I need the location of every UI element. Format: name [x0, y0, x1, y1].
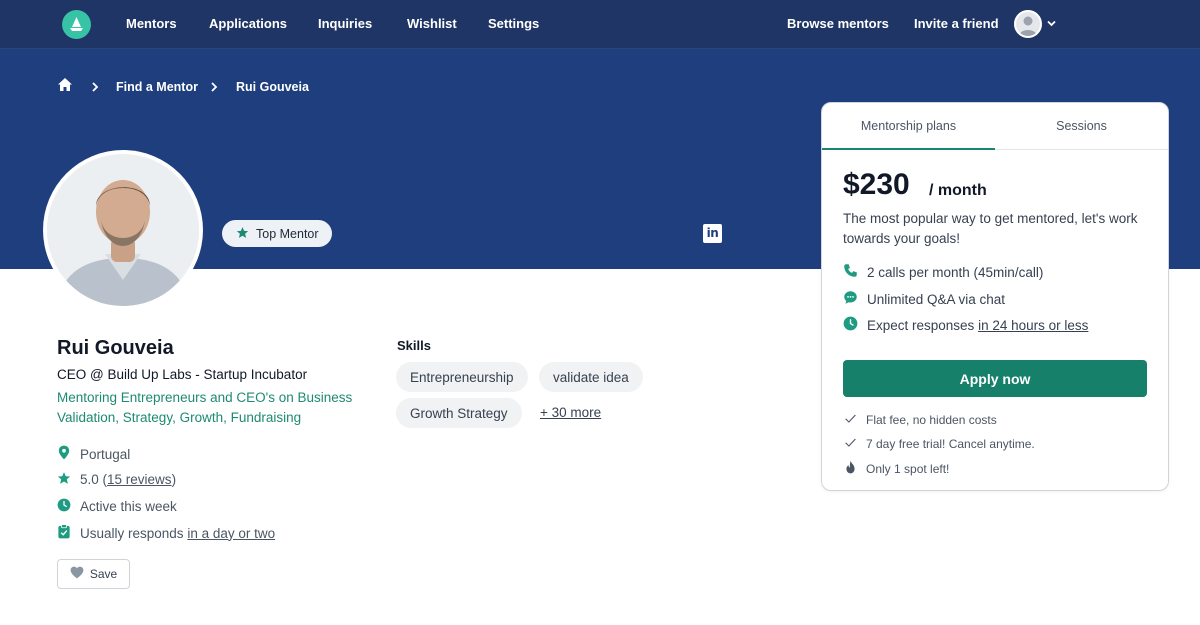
mentor-photo — [43, 150, 203, 310]
plan-description: The most popular way to get mentored, le… — [843, 211, 1138, 246]
skill-chip[interactable]: Growth Strategy — [396, 398, 522, 428]
nav-browse-mentors[interactable]: Browse mentors — [787, 16, 889, 31]
check-icon — [844, 436, 857, 452]
tab-mentorship-plans[interactable]: Mentorship plans — [822, 103, 995, 150]
nav-invite-friend[interactable]: Invite a friend — [914, 16, 999, 31]
mentor-tagline: Mentoring Entrepreneurs and CEO's on Bus… — [57, 390, 353, 425]
skill-chip[interactable]: Entrepreneurship — [396, 362, 528, 392]
fire-icon — [844, 460, 857, 477]
response-time-link[interactable]: in 24 hours or less — [978, 318, 1088, 333]
clipboard-check-icon — [57, 524, 71, 542]
feature-text: Unlimited Q&A via chat — [867, 291, 1006, 307]
top-mentor-badge: Top Mentor — [222, 220, 332, 247]
home-icon[interactable] — [57, 77, 73, 97]
plan-price: $230 — [843, 168, 910, 201]
save-label: Save — [89, 567, 118, 581]
perk-spots-left: Only 1 spot left! — [844, 460, 949, 477]
feature-chat: Unlimited Q&A via chat — [843, 290, 1005, 308]
plan-period: / month — [929, 182, 987, 199]
check-icon — [844, 412, 857, 428]
location-text: Portugal — [80, 446, 131, 462]
logo-icon[interactable] — [62, 10, 91, 39]
perk-text: Only 1 spot left! — [866, 461, 950, 476]
nav-mentors[interactable]: Mentors — [126, 16, 177, 31]
activity-row: Active this week — [57, 498, 177, 515]
perk-text: 7 day free trial! Cancel anytime. — [866, 437, 1035, 451]
perk-text: Flat fee, no hidden costs — [866, 413, 997, 427]
chevron-down-icon[interactable] — [1046, 16, 1057, 34]
response-time-link[interactable]: in a day or two — [187, 526, 275, 541]
linkedin-icon[interactable]: in — [703, 224, 722, 243]
more-skills-link[interactable]: + 30 more — [540, 405, 601, 420]
mentor-name: Rui Gouveia — [57, 337, 174, 359]
chevron-right-icon — [91, 80, 99, 98]
reviews-link[interactable]: 15 reviews — [107, 472, 172, 487]
top-navigation: Mentors Applications Inquiries Wishlist … — [0, 0, 1200, 49]
tab-sessions[interactable]: Sessions — [995, 103, 1168, 150]
nav-settings[interactable]: Settings — [488, 16, 539, 31]
response-prefix: Usually responds — [80, 525, 184, 541]
perk-free-trial: 7 day free trial! Cancel anytime. — [844, 436, 1035, 452]
badge-label: Top Mentor — [256, 226, 319, 241]
heart-icon — [70, 566, 84, 582]
chat-bubble-icon — [843, 290, 858, 308]
feature-text: 2 calls per month (45min/call) — [867, 264, 1044, 280]
feature-calls: 2 calls per month (45min/call) — [843, 263, 1043, 281]
user-avatar[interactable] — [1014, 10, 1042, 38]
chevron-right-icon — [210, 80, 218, 98]
clock-icon — [843, 316, 858, 334]
breadcrumb-current: Rui Gouveia — [236, 80, 309, 94]
rating-value: 5.0 — [80, 472, 99, 487]
nav-applications[interactable]: Applications — [209, 16, 287, 31]
star-icon — [57, 471, 71, 488]
phone-icon — [843, 263, 858, 281]
nav-wishlist[interactable]: Wishlist — [407, 16, 457, 31]
feature-response: Expect responses in 24 hours or less — [843, 316, 1088, 334]
apply-now-button[interactable]: Apply now — [843, 360, 1147, 397]
response-prefix: Expect responses — [867, 317, 975, 333]
skill-chip[interactable]: validate idea — [539, 362, 643, 392]
response-row: Usually responds in a day or two — [57, 524, 275, 542]
nav-inquiries[interactable]: Inquiries — [318, 16, 372, 31]
star-icon — [236, 226, 249, 242]
activity-text: Active this week — [80, 499, 177, 514]
mentor-role: CEO @ Build Up Labs - Startup Incubator — [57, 367, 308, 382]
save-button[interactable]: Save — [57, 559, 130, 589]
clock-icon — [57, 498, 71, 515]
perk-flat-fee: Flat fee, no hidden costs — [844, 412, 997, 428]
mentorship-plan-card: Sessions Mentorship plans $230 / month T… — [821, 102, 1169, 491]
map-pin-icon — [57, 445, 71, 463]
rating-row: 5.0 (15 reviews) — [57, 471, 176, 488]
skills-heading: Skills — [397, 338, 431, 353]
breadcrumb-find-mentor[interactable]: Find a Mentor — [116, 80, 198, 94]
location-row: Portugal — [57, 445, 130, 463]
